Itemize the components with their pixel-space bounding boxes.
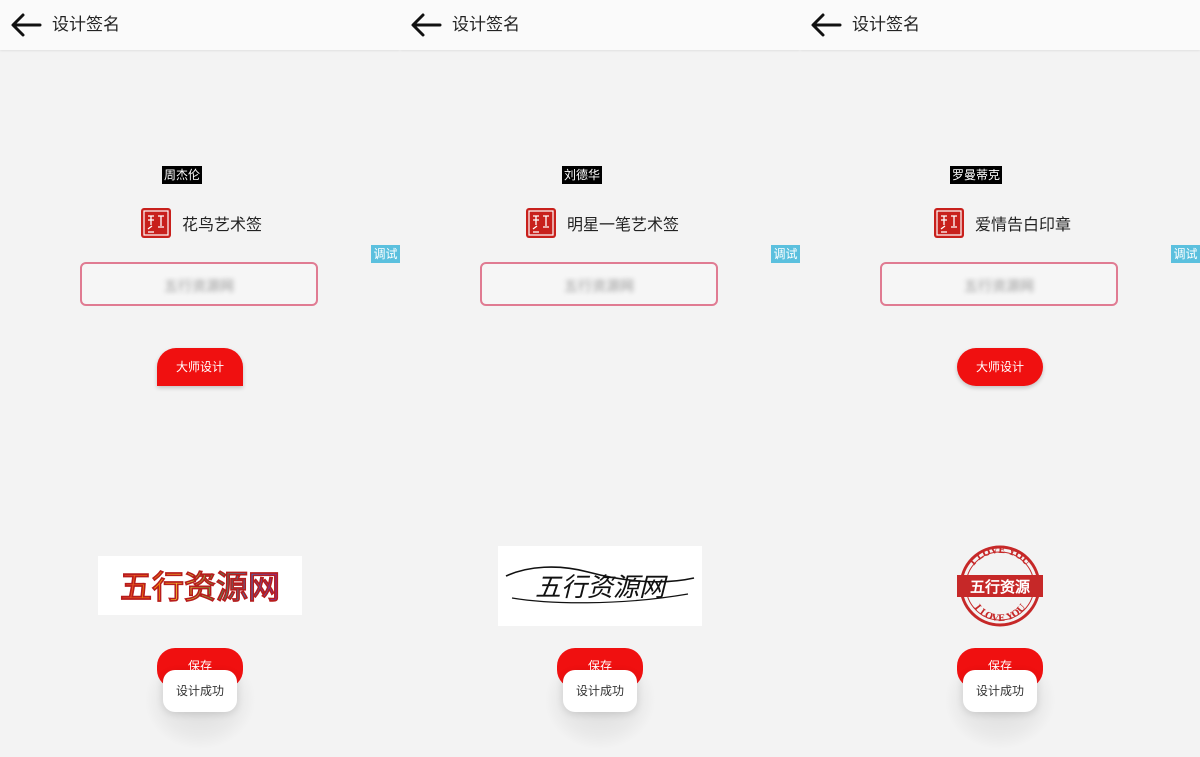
screen-2: 设计签名 刘德华 明星一笔艺术签 调试 五行资源网 五行资源网 保存 设计成功	[400, 0, 800, 757]
name-input-value: 五行资源网	[164, 279, 234, 295]
signature-text: 五行资源网	[535, 573, 668, 603]
seal-icon	[934, 208, 964, 238]
name-label: 罗曼蒂克	[950, 166, 1003, 184]
master-design-button[interactable]: 大师设计	[157, 348, 243, 386]
signature-result: 五行资源网	[98, 556, 302, 615]
screen-1: 设计签名 周杰伦 花鸟艺术签 调试 五行资源网 大师设计 五行资源网 保存 设计…	[0, 0, 400, 757]
page-title: 设计签名	[452, 15, 520, 35]
style-label: 爱情告白印章	[975, 215, 1072, 234]
stamp-top-text: I LOVE YOU	[968, 546, 1031, 568]
stamp-center-text: 五行资源	[970, 578, 1030, 596]
arrow-left-icon[interactable]	[410, 12, 442, 38]
signature-image: 五行资源网	[505, 566, 695, 604]
debug-button[interactable]: 调试	[1171, 245, 1200, 263]
page-title: 设计签名	[852, 15, 920, 35]
name-label: 周杰伦	[162, 166, 203, 184]
debug-button[interactable]: 调试	[771, 245, 800, 263]
signature-text: 五行资源网	[120, 568, 280, 606]
style-selector[interactable]: 爱情告白印章	[933, 207, 1071, 239]
top-bar: 设计签名	[0, 0, 400, 50]
toast-message: 设计成功	[963, 670, 1037, 712]
signature-result: 五行资源网	[498, 546, 702, 626]
top-bar: 设计签名	[400, 0, 800, 50]
name-input-value: 五行资源网	[964, 279, 1034, 295]
arrow-left-icon[interactable]	[10, 12, 42, 38]
name-label: 刘德华	[562, 166, 603, 184]
arrow-left-icon[interactable]	[810, 12, 842, 38]
style-label: 明星一笔艺术签	[567, 215, 680, 234]
style-label: 花鸟艺术签	[182, 215, 263, 234]
screen-3: 设计签名 罗曼蒂克 爱情告白印章 调试 五行资源网 大师设计 I LOVE YO…	[800, 0, 1200, 757]
master-design-button[interactable]: 大师设计	[957, 348, 1043, 386]
debug-button[interactable]: 调试	[371, 245, 400, 263]
signature-image: 五行资源网	[120, 568, 281, 607]
name-input[interactable]: 五行资源网	[880, 262, 1118, 306]
seal-icon	[526, 208, 556, 238]
seal-icon	[141, 208, 171, 238]
toast-message: 设计成功	[163, 670, 237, 712]
name-input[interactable]: 五行资源网	[480, 262, 718, 306]
love-stamp: I LOVE YOU 五行资源 I LOVE YOU	[957, 545, 1043, 627]
toast-message: 设计成功	[563, 670, 637, 712]
style-selector[interactable]: 花鸟艺术签	[140, 207, 262, 239]
name-input-value: 五行资源网	[564, 279, 634, 295]
page-title: 设计签名	[52, 15, 120, 35]
top-bar: 设计签名	[800, 0, 1200, 50]
name-input[interactable]: 五行资源网	[80, 262, 318, 306]
style-selector[interactable]: 明星一笔艺术签	[525, 207, 679, 239]
